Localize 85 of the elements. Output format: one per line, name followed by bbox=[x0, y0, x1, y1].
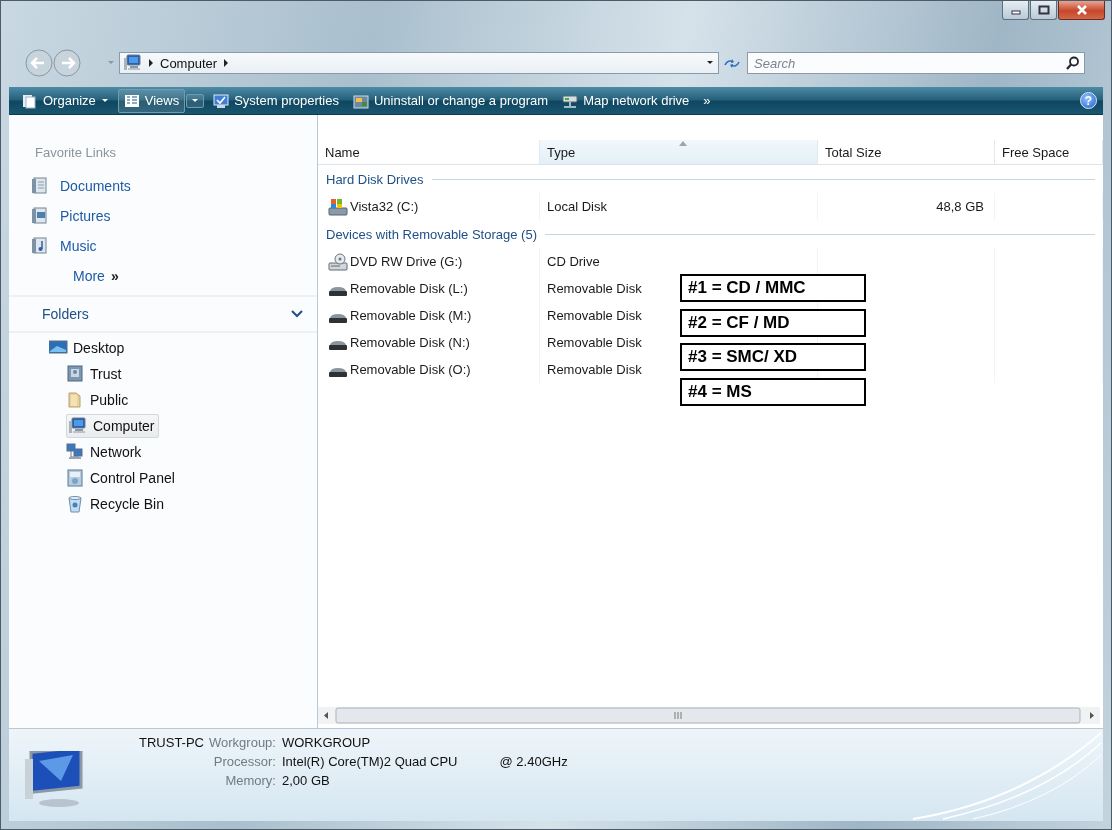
sort-arrow-icon bbox=[678, 141, 687, 146]
close-icon bbox=[1075, 5, 1088, 15]
toolbar-button[interactable]: System properties bbox=[208, 89, 344, 112]
drive-name[interactable]: Removable Disk (O:) bbox=[350, 362, 471, 377]
field-value: Intel(R) Core(TM)2 Quad CPU bbox=[281, 754, 458, 769]
tree-item[interactable]: Desktop bbox=[49, 335, 125, 361]
collapse-chevron-icon[interactable] bbox=[291, 310, 303, 318]
program-box-icon bbox=[352, 92, 369, 109]
organize-icon bbox=[22, 92, 38, 109]
maximize-icon bbox=[1037, 5, 1050, 15]
annotation-label: #4 = MS bbox=[680, 377, 866, 406]
toolbar-button[interactable]: Map network drive bbox=[557, 89, 695, 112]
caret-icon bbox=[100, 97, 109, 104]
horizontal-scrollbar[interactable] bbox=[318, 707, 1100, 724]
views-button[interactable]: Views bbox=[117, 88, 186, 113]
search-field[interactable]: Search bbox=[747, 52, 1085, 74]
drive-name[interactable]: Removable Disk (N:) bbox=[350, 335, 470, 350]
tree-item[interactable]: Computer bbox=[66, 414, 160, 438]
computer-icon bbox=[69, 417, 89, 435]
drive-name[interactable]: Vista32 (C:) bbox=[350, 199, 419, 214]
column-header[interactable]: Free Space bbox=[995, 140, 1103, 164]
removable-disk-icon bbox=[329, 367, 347, 377]
dvd-drive-icon bbox=[328, 252, 348, 271]
removable-disk-icon bbox=[329, 340, 347, 350]
control-panel-icon bbox=[66, 469, 86, 487]
table-cell: 48,8 GB bbox=[936, 199, 984, 214]
drive-name[interactable]: Removable Disk (M:) bbox=[350, 308, 472, 323]
drive-name[interactable]: DVD RW Drive (G:) bbox=[350, 254, 463, 269]
tree-item[interactable]: Recycle Bin bbox=[66, 491, 164, 517]
tree-item[interactable]: Trust bbox=[66, 361, 122, 387]
network-icon bbox=[66, 443, 86, 461]
tree-item[interactable]: Public bbox=[66, 387, 129, 413]
minimize-button[interactable] bbox=[1002, 1, 1029, 20]
column-header[interactable]: Type bbox=[540, 140, 818, 164]
table-cell: Removable Disk bbox=[547, 362, 642, 377]
address-bar[interactable]: Computer bbox=[119, 52, 719, 74]
desktop-icon bbox=[49, 339, 69, 357]
network-drive-icon bbox=[562, 92, 579, 109]
monitor-check-icon bbox=[213, 92, 230, 109]
views-icon bbox=[123, 92, 140, 109]
drive-name[interactable]: Removable Disk (L:) bbox=[350, 281, 468, 296]
annotation-label: #2 = CF / MD bbox=[680, 308, 866, 337]
favorite-link[interactable]: Music bbox=[60, 238, 97, 254]
close-button[interactable] bbox=[1058, 1, 1105, 20]
section-title: Favorite Links bbox=[34, 145, 117, 162]
column-header[interactable]: Total Size bbox=[818, 140, 995, 164]
favorite-link[interactable]: Pictures bbox=[60, 208, 111, 224]
computer-icon bbox=[124, 54, 144, 72]
user-folder-icon bbox=[66, 365, 86, 383]
computer-name: TRUST-PC bbox=[139, 735, 204, 750]
tree-item[interactable]: Control Panel bbox=[66, 465, 175, 491]
dropdown-caret-icon[interactable] bbox=[706, 60, 714, 66]
table-cell: CD Drive bbox=[547, 254, 600, 269]
hard-drive-icon bbox=[328, 197, 348, 216]
table-cell: Local Disk bbox=[547, 199, 607, 214]
favorite-link[interactable]: Documents bbox=[60, 178, 131, 194]
removable-disk-icon bbox=[329, 286, 347, 296]
breadcrumb-arrow-icon[interactable] bbox=[223, 59, 230, 67]
views-dropdown-button[interactable] bbox=[186, 93, 205, 108]
organize-menu-button[interactable]: Organize bbox=[17, 89, 114, 112]
annotation-label: #3 = SMC/ XD bbox=[680, 343, 866, 371]
more-link[interactable]: More bbox=[73, 268, 105, 284]
more-commands-button[interactable]: » bbox=[698, 90, 716, 111]
breadcrumb-arrow-icon bbox=[148, 59, 154, 67]
group-header[interactable]: Devices with Removable Storage (5) bbox=[326, 226, 537, 242]
field-value: WORKGROUP bbox=[281, 735, 371, 750]
table-cell: Removable Disk bbox=[547, 281, 642, 296]
double-arrow[interactable]: » bbox=[110, 268, 119, 284]
maximize-button[interactable] bbox=[1030, 1, 1057, 20]
removable-disk-icon bbox=[329, 313, 347, 323]
annotation-label: #1 = CD / MMC bbox=[680, 274, 866, 302]
caret-icon bbox=[191, 97, 200, 104]
table-cell: Removable Disk bbox=[547, 335, 642, 350]
field-value: @ 2.40GHz bbox=[499, 754, 568, 769]
folders-header[interactable]: Folders bbox=[42, 306, 89, 322]
field-value: 2,00 GB bbox=[281, 773, 330, 788]
field-label: Processor: bbox=[213, 754, 276, 769]
toolbar-button[interactable]: Uninstall or change a program bbox=[347, 89, 554, 112]
search-icon[interactable] bbox=[1066, 56, 1080, 70]
breadcrumb-item[interactable]: Computer bbox=[158, 55, 220, 71]
table-cell: Removable Disk bbox=[547, 308, 642, 323]
field-label: Workgroup: bbox=[209, 735, 276, 750]
group-header[interactable]: Hard Disk Drives bbox=[326, 171, 424, 187]
tree-item[interactable]: Network bbox=[66, 439, 142, 465]
field-label: Memory: bbox=[225, 773, 276, 788]
